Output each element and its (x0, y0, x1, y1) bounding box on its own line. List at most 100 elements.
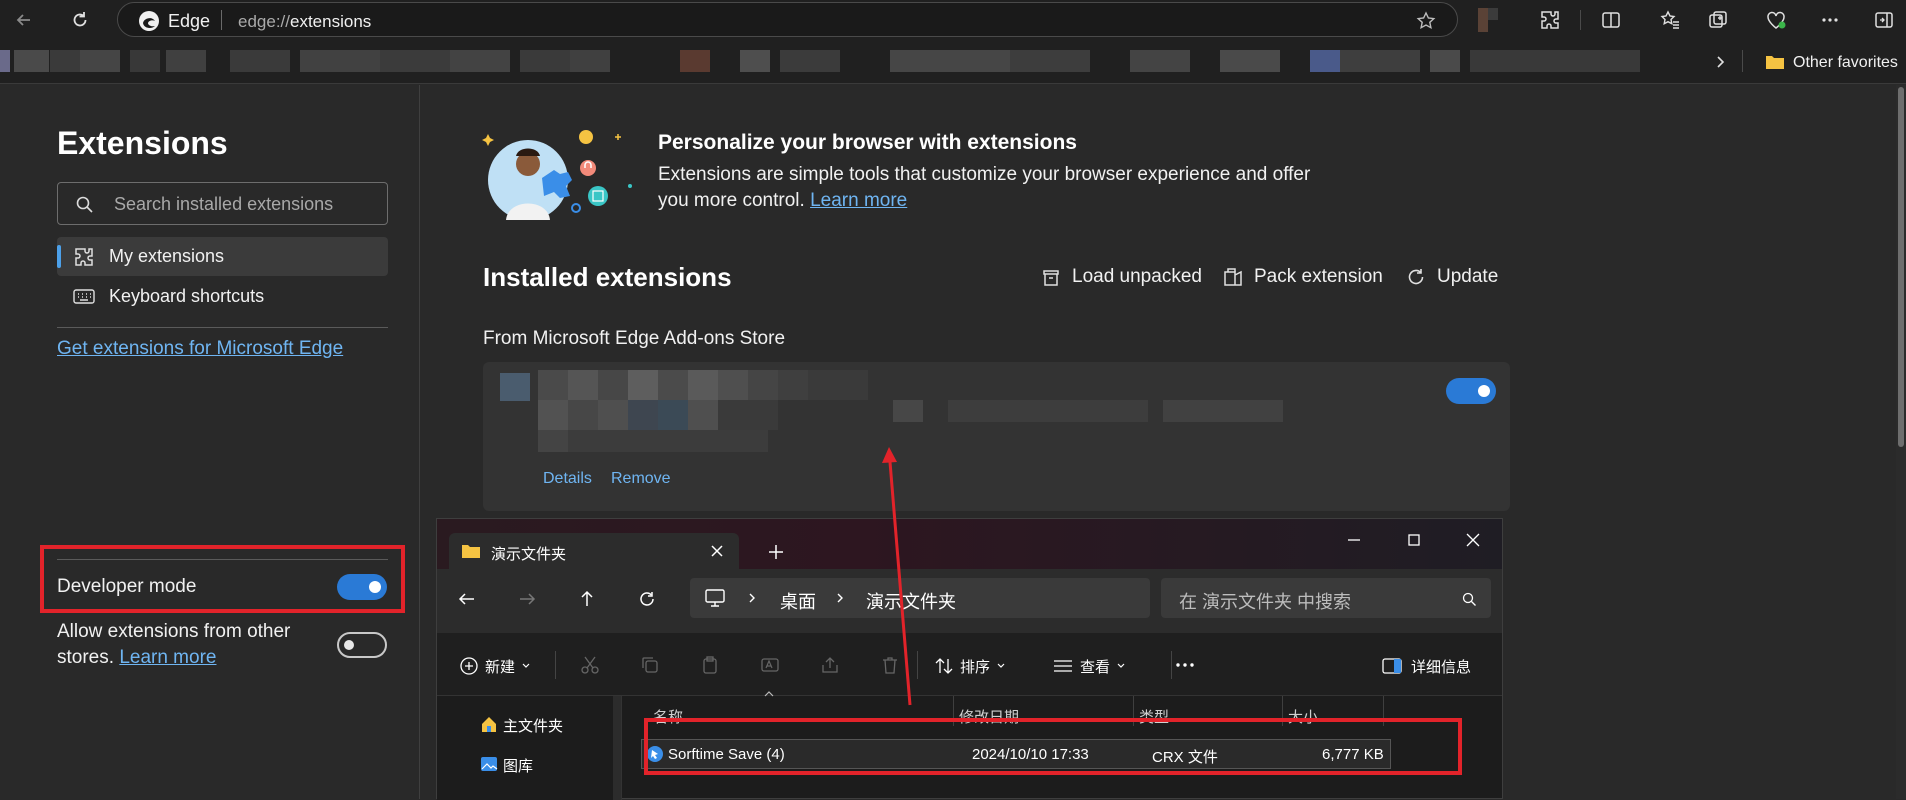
close-tab-icon[interactable] (709, 543, 725, 559)
extension-card: Details Remove (483, 362, 1510, 511)
divider (57, 327, 388, 328)
delete-icon[interactable] (880, 655, 900, 675)
favorites-bar: Other favorites (0, 40, 1906, 84)
chevron-down-icon (1117, 663, 1125, 668)
learn-more-link[interactable]: Learn more (810, 190, 907, 211)
nav-pane-scrollbar[interactable] (613, 696, 621, 800)
page-scrollbar[interactable] (1896, 85, 1906, 799)
refresh-icon (73, 12, 87, 27)
scrollbar-thumb[interactable] (1898, 87, 1904, 447)
address-bar[interactable]: Edge edge://extensions (117, 2, 1458, 37)
sidebar-toggle-button[interactable] (1870, 6, 1898, 34)
heart-pulse-icon (1767, 11, 1786, 29)
search-icon (76, 196, 93, 213)
browser-essentials-button[interactable] (1762, 6, 1790, 34)
back-button[interactable] (10, 6, 38, 34)
sidebar-item-my-extensions[interactable]: My extensions (57, 237, 388, 276)
up-arrow-icon[interactable] (577, 589, 597, 609)
nav-item-home[interactable]: 主文件夹 (503, 715, 563, 736)
forward-arrow-icon[interactable] (517, 589, 537, 609)
favorites-button[interactable] (1656, 6, 1684, 34)
split-screen-button[interactable] (1597, 6, 1625, 34)
extension-enable-toggle[interactable] (1446, 378, 1496, 404)
load-unpacked-button[interactable]: Load unpacked (1040, 266, 1202, 288)
cut-icon[interactable] (580, 655, 600, 675)
explorer-navigation-pane: 主文件夹 图库 (437, 696, 622, 800)
page-title: Extensions (57, 125, 228, 161)
learn-more-link[interactable]: Learn more (119, 647, 216, 668)
collections-button[interactable] (1704, 6, 1732, 34)
sort-indicator-icon (764, 691, 774, 697)
copy-icon[interactable] (640, 655, 660, 675)
annotation-highlight-box (40, 545, 405, 613)
update-button[interactable]: Update (1405, 266, 1498, 288)
back-arrow-icon (16, 14, 30, 26)
get-extensions-link[interactable]: Get extensions for Microsoft Edge (57, 338, 343, 360)
maximize-icon[interactable] (1405, 531, 1423, 549)
store-section-heading: From Microsoft Edge Add-ons Store (483, 328, 786, 349)
browser-toolbar: Edge edge://extensions (0, 0, 1906, 40)
explorer-tab[interactable]: 演示文件夹 (449, 533, 739, 569)
details-pane-icon (1382, 658, 1402, 674)
refresh-button[interactable] (66, 6, 94, 34)
search-icon (1462, 592, 1476, 606)
extensions-sidebar: Extensions Search installed extensions M… (0, 85, 420, 799)
close-window-icon[interactable] (1464, 531, 1482, 549)
home-icon (482, 717, 496, 732)
search-input[interactable]: Search installed extensions (57, 182, 388, 225)
other-favorites-link[interactable]: Other favorites (1793, 54, 1898, 72)
sidebar-item-keyboard-shortcuts[interactable]: Keyboard shortcuts (57, 277, 388, 316)
explorer-tab-title: 演示文件夹 (491, 546, 567, 563)
computer-icon (705, 589, 725, 607)
breadcrumb-folder[interactable]: 演示文件夹 (866, 588, 956, 614)
gallery-icon (481, 757, 498, 771)
sidebar-item-label: Keyboard shortcuts (109, 286, 265, 306)
box-open-icon (1043, 270, 1059, 286)
explorer-tab-bar: 演示文件夹 (437, 519, 1502, 569)
hero-description: Extensions are simple tools that customi… (658, 164, 1311, 211)
details-pane-button[interactable]: 详细信息 (1381, 655, 1471, 677)
back-arrow-icon[interactable] (457, 589, 477, 609)
minimize-icon[interactable] (1345, 531, 1363, 549)
search-placeholder: 在 演示文件夹 中搜索 (1179, 592, 1352, 612)
extensions-button[interactable] (1536, 6, 1564, 34)
folder-icon (1766, 56, 1784, 69)
sort-button[interactable]: 排序 (934, 655, 1006, 677)
chevron-down-icon (522, 663, 530, 668)
favorites-list-icon (1660, 10, 1679, 29)
paste-icon[interactable] (700, 655, 720, 675)
rename-icon[interactable] (760, 655, 780, 675)
share-icon[interactable] (820, 655, 840, 675)
package-icon (1224, 268, 1242, 286)
remove-link[interactable]: Remove (611, 470, 671, 488)
chevron-right-icon (837, 593, 843, 603)
sidebar-item-label: My extensions (109, 246, 225, 266)
explorer-command-bar: 新建 排序 查看 详细信息 (437, 633, 1502, 696)
details-link[interactable]: Details (543, 470, 592, 488)
explorer-search-input[interactable]: 在 演示文件夹 中搜索 (1161, 578, 1491, 618)
sort-icon (935, 658, 953, 674)
explorer-navigation-bar: 桌面 演示文件夹 在 演示文件夹 中搜索 (437, 569, 1502, 633)
pack-extension-button[interactable]: Pack extension (1222, 266, 1383, 288)
breadcrumb-desktop[interactable]: 桌面 (780, 588, 816, 614)
favorite-star-icon[interactable] (1416, 11, 1436, 31)
allow-other-stores-label: Allow extensions from other stores. Lear… (57, 621, 291, 668)
profile-avatar[interactable] (1478, 8, 1488, 32)
new-button[interactable]: 新建 (459, 655, 531, 677)
chevron-right-icon[interactable] (1712, 54, 1728, 70)
more-dots-icon[interactable] (1173, 655, 1197, 675)
allow-other-stores-toggle[interactable] (337, 632, 387, 658)
nav-item-gallery[interactable]: 图库 (503, 755, 533, 776)
extensions-illustration (482, 130, 632, 220)
breadcrumb[interactable]: 桌面 演示文件夹 (690, 578, 1150, 618)
installed-extensions-heading: Installed extensions (483, 262, 732, 292)
folder-icon (462, 545, 480, 558)
more-options-button[interactable] (1816, 6, 1844, 34)
view-list-icon (1054, 660, 1072, 672)
refresh-icon[interactable] (637, 589, 657, 609)
address-url[interactable]: edge://extensions (238, 12, 371, 32)
annotation-highlight-box (644, 718, 1462, 775)
new-tab-icon[interactable] (767, 543, 785, 561)
view-button[interactable]: 查看 (1052, 655, 1126, 677)
extension-icon (500, 373, 530, 401)
